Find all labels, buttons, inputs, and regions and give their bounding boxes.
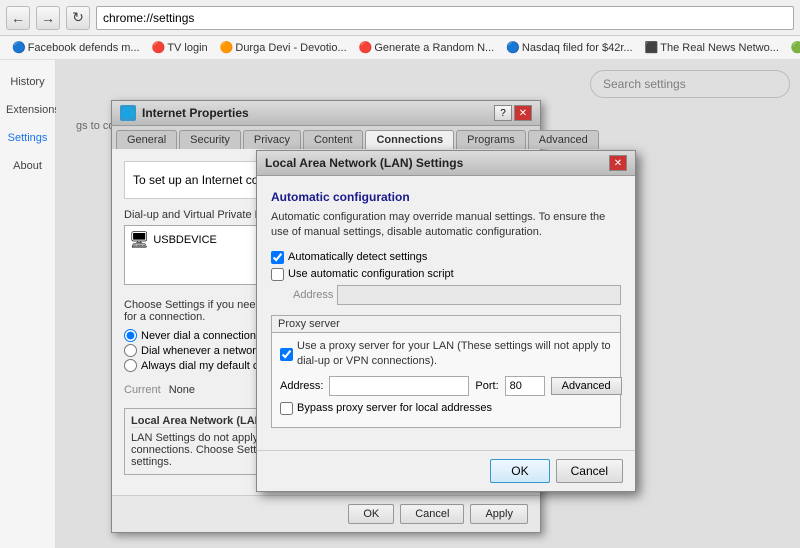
address-input[interactable]	[337, 285, 621, 305]
current-value: None	[169, 384, 195, 396]
auto-script-checkbox-row[interactable]: Use automatic configuration script	[271, 268, 621, 281]
help-button[interactable]: ?	[494, 105, 512, 121]
back-button[interactable]: ←	[6, 6, 30, 30]
bookmark-generate[interactable]: 🔴 Generate a Random N...	[355, 40, 499, 55]
bookmarks-bar: 🔵 Facebook defends m... 🔴 TV login 🟠 Dur…	[0, 36, 800, 60]
device-icon: 🖥	[129, 230, 149, 250]
bookmark-label: Generate a Random N...	[374, 42, 494, 54]
lan-dialog-titlebar: Local Area Network (LAN) Settings ✕	[257, 151, 635, 176]
auto-script-address-row: Address	[293, 285, 621, 305]
lan-ok-button[interactable]: OK	[490, 459, 549, 483]
sidebar-item-settings[interactable]: Settings	[0, 124, 55, 152]
proxy-addr-input[interactable]	[329, 376, 469, 396]
tab-security[interactable]: Security	[179, 130, 241, 149]
advanced-button[interactable]: Advanced	[551, 377, 622, 395]
current-label: Current	[124, 384, 161, 396]
use-proxy-checkbox-row[interactable]: Use a proxy server for your LAN (These s…	[280, 339, 612, 370]
sidebar-item-about[interactable]: About	[0, 152, 55, 180]
bookmark-realnews[interactable]: ⬛ The Real News Netwo...	[641, 40, 783, 55]
tabs-bar: General Security Privacy Content Connect…	[112, 126, 540, 149]
titlebar-buttons: ? ✕	[494, 105, 532, 121]
tab-programs[interactable]: Programs	[456, 130, 526, 149]
chrome-sidebar: History Extensions Settings About	[0, 60, 56, 548]
bypass-checkbox[interactable]	[280, 402, 293, 415]
cancel-button[interactable]: Cancel	[400, 504, 464, 524]
sidebar-item-history[interactable]: History	[0, 68, 55, 96]
proxy-port-input[interactable]	[505, 376, 545, 396]
browser-frame: ← → ↻ 🔵 Facebook defends m... 🔴 TV login…	[0, 0, 800, 548]
bookmark-icon: 🟢	[791, 41, 800, 54]
auto-detect-label: Automatically detect settings	[288, 251, 427, 263]
bookmark-label: Facebook defends m...	[28, 42, 140, 54]
dialog-title-text: Internet Properties	[142, 106, 249, 120]
dialog-footer: OK Cancel Apply	[112, 495, 540, 532]
auto-detect-checkbox[interactable]	[271, 251, 284, 264]
ok-button[interactable]: OK	[348, 504, 394, 524]
lan-dialog-title-text: Local Area Network (LAN) Settings	[265, 156, 463, 170]
tab-advanced[interactable]: Advanced	[528, 130, 599, 149]
lan-titlebar-buttons: ✕	[609, 155, 627, 171]
bookmark-icon: 🔴	[359, 41, 373, 54]
device-name: USBDEVICE	[153, 234, 217, 246]
address-bar[interactable]	[96, 6, 794, 30]
bypass-label: Bypass proxy server for local addresses	[297, 402, 492, 414]
dialog-title: 🌐 Internet Properties	[120, 105, 249, 121]
browser-content: History Extensions Settings About gs to …	[0, 60, 800, 548]
proxy-section: Proxy server Use a proxy server for your…	[271, 315, 621, 428]
bookmark-durga[interactable]: 🟠 Durga Devi - Devotio...	[216, 40, 351, 55]
bookmark-label: The Real News Netwo...	[660, 42, 779, 54]
chrome-main: gs to connect to the network. 🌐 Internet…	[56, 60, 800, 548]
auto-config-header: Automatic configuration	[271, 190, 621, 204]
tab-privacy[interactable]: Privacy	[243, 130, 301, 149]
use-proxy-label: Use a proxy server for your LAN (These s…	[297, 339, 612, 370]
bookmark-label: Durga Devi - Devotio...	[235, 42, 346, 54]
radio-whenever-input[interactable]	[124, 344, 137, 357]
bookmark-label: TV login	[167, 42, 207, 54]
auto-detect-checkbox-row[interactable]: Automatically detect settings	[271, 251, 621, 264]
radio-always-input[interactable]	[124, 359, 137, 372]
bookmark-top100[interactable]: 🟢 Top 100 B...	[787, 40, 800, 55]
dialog-title-icon: 🌐	[120, 105, 136, 121]
tab-content[interactable]: Content	[303, 130, 364, 149]
bookmark-icon: 🔵	[506, 41, 520, 54]
lan-dialog-footer: OK Cancel	[257, 450, 635, 491]
tab-connections[interactable]: Connections	[365, 130, 454, 149]
bookmark-tv[interactable]: 🔴 TV login	[148, 40, 212, 55]
forward-button[interactable]: →	[36, 6, 60, 30]
bypass-checkbox-row[interactable]: Bypass proxy server for local addresses	[280, 402, 612, 415]
browser-toolbar: ← → ↻	[0, 0, 800, 36]
lan-cancel-button[interactable]: Cancel	[556, 459, 623, 483]
proxy-port-label: Port:	[475, 380, 498, 392]
auto-script-checkbox[interactable]	[271, 268, 284, 281]
refresh-button[interactable]: ↻	[66, 6, 90, 30]
bookmark-icon: 🔵	[12, 41, 26, 54]
bookmark-icon: 🔴	[152, 41, 166, 54]
address-label: Address	[293, 289, 333, 301]
apply-button[interactable]: Apply	[470, 504, 528, 524]
auto-config-desc: Automatic configuration may override man…	[271, 210, 621, 241]
lan-close-button[interactable]: ✕	[609, 155, 627, 171]
radio-never-label: Never dial a connection	[141, 330, 256, 342]
radio-never-input[interactable]	[124, 329, 137, 342]
proxy-section-label: Proxy server	[272, 316, 620, 333]
use-proxy-checkbox[interactable]	[280, 348, 293, 361]
sidebar-item-extensions[interactable]: Extensions	[0, 96, 55, 124]
dialog-titlebar: 🌐 Internet Properties ? ✕	[112, 101, 540, 126]
close-button[interactable]: ✕	[514, 105, 532, 121]
bookmark-facebook[interactable]: 🔵 Facebook defends m...	[8, 40, 144, 55]
proxy-addr-label: Address:	[280, 380, 323, 392]
bookmark-label: Nasdaq filed for $42r...	[522, 42, 633, 54]
auto-script-label: Use automatic configuration script	[288, 268, 454, 280]
bookmark-nasdaq[interactable]: 🔵 Nasdaq filed for $42r...	[502, 40, 636, 55]
lan-settings-dialog: Local Area Network (LAN) Settings ✕ Auto…	[256, 150, 636, 492]
bookmark-icon: ⬛	[645, 41, 659, 54]
list-item: 🖥 USBDEVICE	[129, 230, 217, 250]
lan-dialog-body: Automatic configuration Automatic config…	[257, 176, 635, 450]
proxy-addr-row: Address: Port: Advanced	[280, 376, 612, 396]
bookmark-icon: 🟠	[220, 41, 234, 54]
tab-general[interactable]: General	[116, 130, 177, 149]
